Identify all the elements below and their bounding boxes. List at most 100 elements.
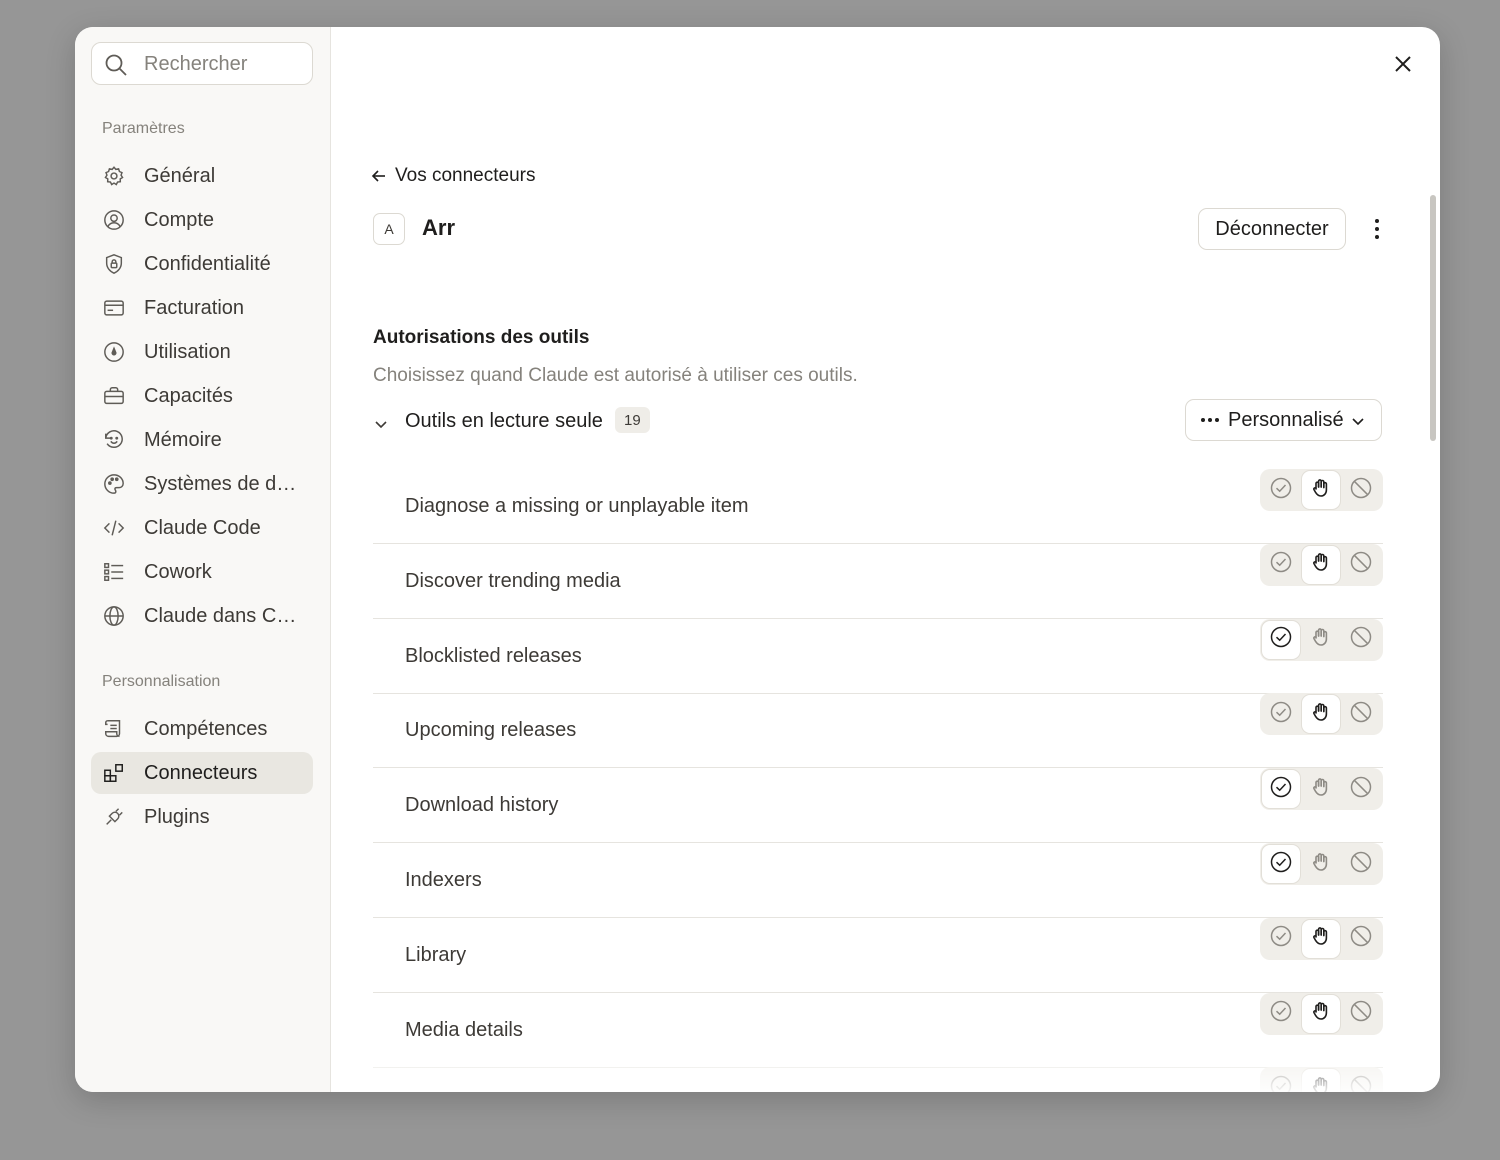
hand-icon [1310, 851, 1332, 878]
allow-option[interactable] [1262, 920, 1300, 958]
block-icon [1350, 701, 1372, 728]
check-circle-icon [1270, 551, 1292, 578]
allow-option[interactable] [1262, 845, 1300, 883]
permission-mode-select[interactable]: Personnalisé [1185, 399, 1382, 441]
ask-option[interactable] [1302, 471, 1340, 509]
sidebar-item-skills[interactable]: Compétences [91, 708, 313, 750]
shield-lock-icon [105, 254, 123, 274]
allow-option[interactable] [1262, 471, 1300, 509]
palette-icon [104, 474, 124, 494]
scrollbar-thumb[interactable] [1430, 195, 1436, 441]
sidebar-item-claude-code[interactable]: Claude Code [91, 507, 313, 549]
block-option[interactable] [1342, 621, 1380, 659]
ask-option[interactable] [1302, 845, 1340, 883]
ask-option[interactable] [1302, 770, 1340, 808]
check-circle-icon [1270, 851, 1292, 878]
block-icon [1350, 1075, 1372, 1092]
back-link-label: Vos connecteurs [395, 165, 536, 186]
sidebar-item-privacy[interactable]: Confidentialité [91, 243, 313, 285]
tool-row: Metadata issues [373, 1067, 1383, 1092]
sidebar-item-general[interactable]: Général [91, 155, 313, 197]
block-option[interactable] [1342, 920, 1380, 958]
allow-option[interactable] [1262, 995, 1300, 1033]
hand-icon [1310, 1075, 1332, 1092]
ask-option[interactable] [1302, 695, 1340, 734]
block-option[interactable] [1342, 845, 1380, 883]
chevron-down-icon [1352, 418, 1364, 426]
memory-icon [105, 430, 123, 448]
sidebar-item-label: Général [144, 164, 216, 187]
ask-option[interactable] [1302, 994, 1340, 1033]
ask-option[interactable] [1302, 919, 1340, 958]
block-icon [1350, 1000, 1372, 1027]
settings-section-label: Paramètres [102, 120, 185, 137]
personalization-section-label: Personnalisation [102, 673, 221, 690]
block-icon [1350, 925, 1372, 952]
check-circle-icon [1270, 1000, 1292, 1027]
check-circle-icon [1270, 1075, 1292, 1092]
sidebar-item-cowork[interactable]: Cowork [91, 551, 313, 593]
block-icon [1350, 626, 1372, 653]
tool-name: Media details [405, 1018, 523, 1041]
block-icon [1350, 776, 1372, 803]
tool-name: Upcoming releases [405, 719, 577, 742]
block-option[interactable] [1342, 695, 1380, 733]
sidebar-item-billing[interactable]: Facturation [91, 287, 313, 329]
tool-row: Library [373, 917, 1383, 993]
search-input[interactable] [144, 51, 304, 77]
sidebar-item-capabilities[interactable]: Capacités [91, 375, 313, 417]
block-option[interactable] [1342, 1069, 1380, 1092]
more-options-icon[interactable] [1365, 216, 1389, 242]
back-link[interactable]: Vos connecteurs [371, 164, 535, 188]
scrollbar[interactable] [1430, 195, 1436, 445]
tool-group-label[interactable]: Outils en lecture seule [405, 410, 603, 433]
permission-toggle [1260, 693, 1383, 736]
sidebar-item-plugins[interactable]: Plugins [91, 796, 313, 838]
check-circle-icon [1270, 701, 1292, 728]
sidebar: Paramètres Général Compte Confidentialit… [75, 27, 331, 1092]
ask-option[interactable] [1302, 1069, 1340, 1092]
block-option[interactable] [1342, 770, 1380, 808]
sidebar-item-memory[interactable]: Mémoire [91, 419, 313, 461]
hand-icon [1310, 626, 1332, 653]
connector-name: Arr [422, 215, 456, 240]
code-icon [103, 520, 125, 536]
permission-toggle [1260, 917, 1383, 960]
tool-row: Media details [373, 992, 1383, 1068]
block-icon [1350, 551, 1372, 578]
sidebar-item-design-systems[interactable]: Systèmes de de… [91, 463, 313, 505]
allow-option[interactable] [1262, 620, 1300, 659]
disconnect-button[interactable]: Déconnecter [1198, 208, 1346, 250]
close-icon[interactable] [1390, 51, 1416, 77]
sidebar-item-account[interactable]: Compte [91, 199, 313, 241]
hand-icon [1310, 776, 1332, 803]
allow-option[interactable] [1262, 1069, 1300, 1092]
user-circle-icon [104, 210, 124, 230]
sidebar-item-claude-in-chrome[interactable]: Claude dans Ch… [91, 595, 313, 637]
hand-icon [1310, 925, 1332, 952]
block-option[interactable] [1342, 995, 1380, 1033]
sidebar-item-label: Facturation [144, 296, 245, 319]
search-box[interactable] [91, 42, 313, 85]
permission-mode-value: Personnalisé [1228, 408, 1344, 431]
sidebar-item-label: Utilisation [144, 340, 231, 363]
ask-option[interactable] [1302, 621, 1340, 659]
block-option[interactable] [1342, 471, 1380, 509]
check-circle-icon [1270, 925, 1292, 952]
allow-option[interactable] [1262, 770, 1300, 809]
hand-icon [1310, 1000, 1332, 1027]
sidebar-item-usage[interactable]: Utilisation [91, 331, 313, 373]
tool-group-header: Outils en lecture seule 19 Personnalisé [373, 399, 1383, 449]
sidebar-item-connectors[interactable]: Connecteurs [91, 752, 313, 794]
block-option[interactable] [1342, 546, 1380, 584]
chevron-down-icon[interactable] [373, 417, 389, 433]
connectors-icon [104, 764, 123, 782]
permission-toggle [1260, 843, 1383, 885]
allow-option[interactable] [1262, 695, 1300, 733]
sidebar-item-label: Connecteurs [144, 761, 258, 784]
permission-toggle [1260, 1067, 1383, 1092]
ask-option[interactable] [1302, 545, 1340, 584]
tool-name: Library [405, 943, 467, 966]
allow-option[interactable] [1262, 546, 1300, 584]
tool-row: Download history [373, 768, 1383, 844]
